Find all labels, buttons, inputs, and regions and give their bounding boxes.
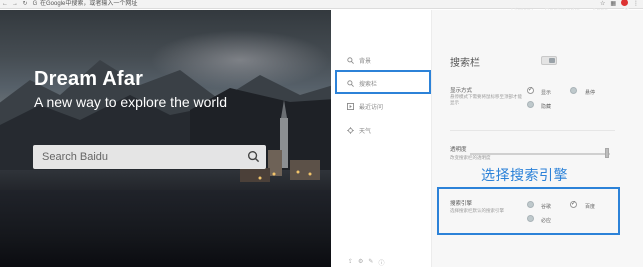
nav-item-label: 最近访问 xyxy=(359,104,384,111)
opacity-slider-track[interactable] xyxy=(470,153,610,155)
lake-reflection xyxy=(0,190,331,267)
nav-item-recent[interactable]: 最近访问 xyxy=(347,100,383,112)
display-option-show-radio[interactable] xyxy=(527,86,534,94)
tagline: A new way to explore the world xyxy=(34,94,227,110)
opacity-slider-thumb[interactable] xyxy=(605,148,609,158)
display-option-hide-label: 隐藏 xyxy=(541,104,552,110)
nav-item-background[interactable]: 背景 xyxy=(347,54,371,66)
forward-arrow-icon[interactable]: → xyxy=(10,0,20,9)
display-option-show-label: 显示 xyxy=(541,90,552,96)
settings-nav: 背景 搜索栏 最近访问 天气 xyxy=(331,10,432,267)
display-mode-desc: 悬停模式下需要将鼠标移至顶部才能显示 xyxy=(450,94,522,105)
share-icon[interactable]: ⇪ xyxy=(348,258,353,267)
reload-icon[interactable]: ↻ xyxy=(20,0,30,9)
search-icon xyxy=(347,56,354,64)
display-option-hover-label: 悬停 xyxy=(585,90,596,96)
menu-icon[interactable]: ⋮ xyxy=(633,0,639,9)
divider xyxy=(450,130,615,131)
display-mode-label: 显示方式 xyxy=(450,88,473,94)
nav-item-label: 背景 xyxy=(359,58,372,65)
address-bar[interactable]: 在Google中搜索，或者输入一个网址 xyxy=(40,0,137,9)
info-icon[interactable]: ⓘ xyxy=(378,258,384,267)
google-icon: G xyxy=(32,0,38,7)
back-arrow-icon[interactable]: ← xyxy=(0,0,10,9)
weather-icon xyxy=(347,126,354,134)
search-input[interactable]: Search Baidu xyxy=(33,145,266,169)
search-bar-toggle[interactable] xyxy=(541,56,557,65)
engine-highlight-box xyxy=(437,187,620,235)
display-option-hover-radio[interactable] xyxy=(570,87,577,94)
callout-annotation: 选择搜索引擎 xyxy=(481,167,568,183)
display-option-hide-radio[interactable] xyxy=(527,101,534,108)
opacity-label: 透明度 xyxy=(450,147,467,153)
settings-footer-icons: ⇪ ⚙ ✎ ⓘ xyxy=(348,258,384,267)
search-placeholder: Search Baidu xyxy=(42,151,109,163)
nav-item-label: 天气 xyxy=(359,128,372,135)
opacity-desc: 改变搜索栏的透明度 xyxy=(450,155,491,160)
hero-background xyxy=(0,10,331,267)
feedback-icon[interactable]: ✎ xyxy=(368,258,373,267)
nav-item-weather[interactable]: 天气 xyxy=(347,124,371,136)
search-icon[interactable] xyxy=(247,150,260,163)
recent-icon xyxy=(347,102,354,110)
active-nav-highlight xyxy=(335,70,431,94)
brand-title: Dream Afar xyxy=(34,68,144,90)
panel-title: 搜索栏 xyxy=(450,58,480,69)
settings-icon[interactable]: ⚙ xyxy=(358,258,363,267)
